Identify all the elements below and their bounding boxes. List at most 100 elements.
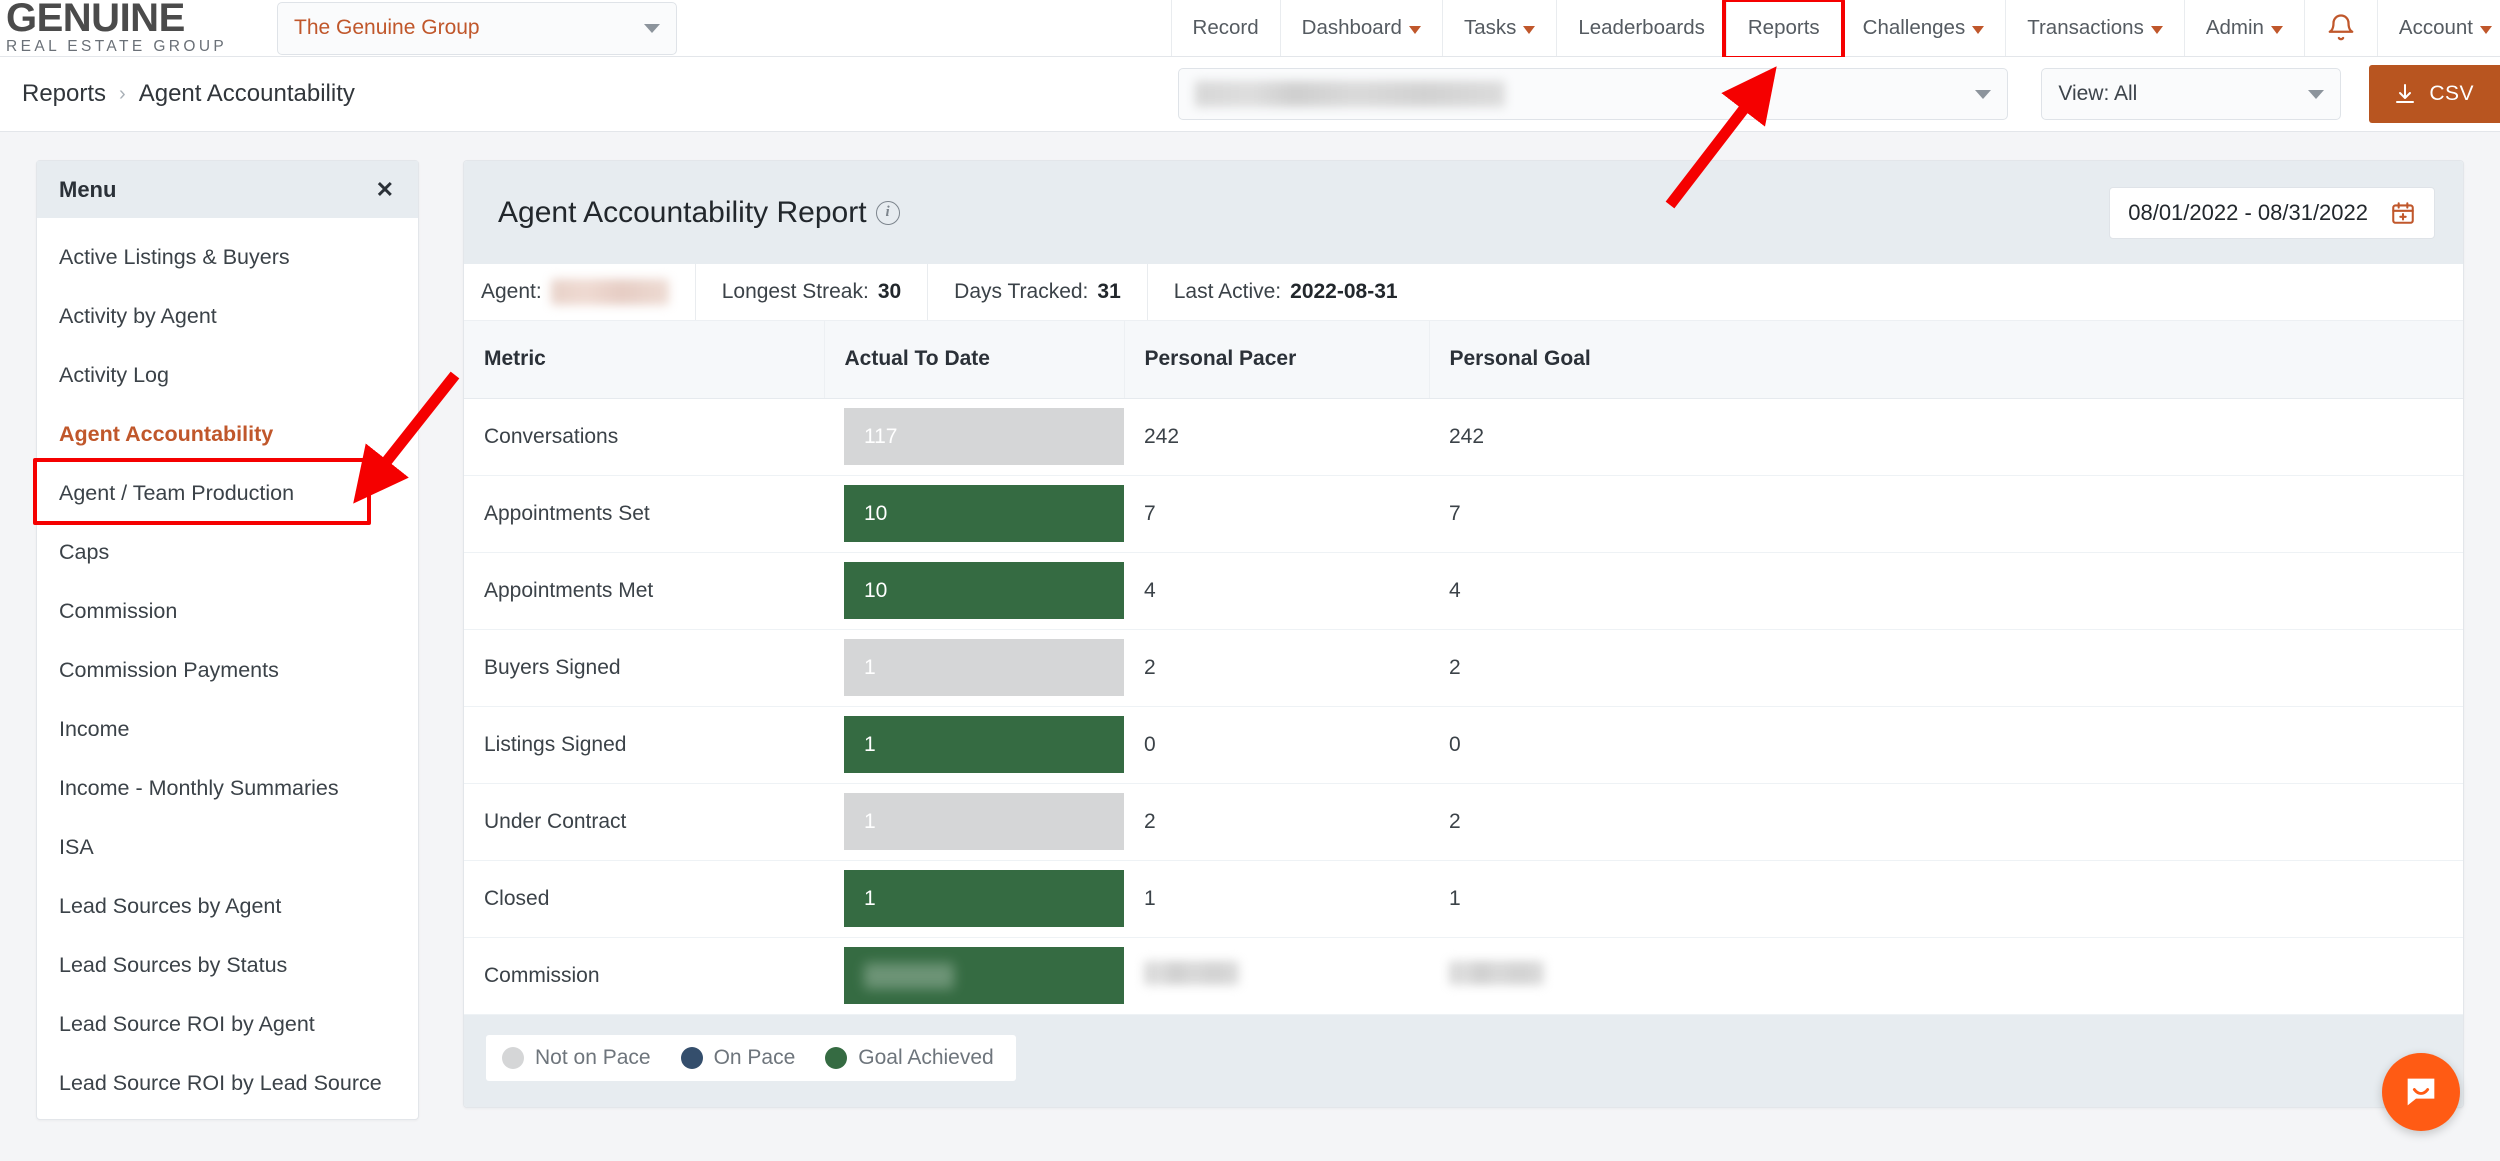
legend-color-dot [825,1047,847,1069]
cell-personal-pacer: 2 [1124,629,1429,706]
table-row: Commission [464,937,2463,1014]
sidebar-item-commission[interactable]: Commission [37,582,418,641]
nav-item-account[interactable]: Account [2377,0,2500,56]
breadcrumb-separator: › [119,83,126,106]
cell-personal-goal [1429,937,2463,1014]
column-header-personal-goal[interactable]: Personal Goal [1429,321,2463,398]
sidebar-item-activity-by-agent[interactable]: Activity by Agent [37,287,418,346]
sidebar-item-active-listings-buyers[interactable]: Active Listings & Buyers [37,228,418,287]
top-navigation-bar: GENUINE REAL ESTATE GROUP The Genuine Gr… [0,0,2500,57]
sidebar-item-isa[interactable]: ISA [37,818,418,877]
nav-item-reports[interactable]: Reports [1726,0,1841,56]
nav-item-label: Tasks [1464,16,1516,40]
export-csv-button[interactable]: CSV [2369,65,2500,123]
nav-item-transactions[interactable]: Transactions [2005,0,2184,56]
bell-icon [2326,12,2356,44]
notifications-button[interactable] [2304,0,2377,56]
stat-last-active: Last Active: 2022-08-31 [1148,264,1424,320]
cell-actual-to-date: 10 [824,475,1124,552]
caret-down-icon [2271,26,2283,34]
sidebar-item-lead-source-roi-by-lead-source[interactable]: Lead Source ROI by Lead Source [37,1054,418,1113]
sidebar-item-agent-team-production[interactable]: Agent / Team Production [37,464,418,523]
stat-days-tracked: Days Tracked:31 [928,264,1148,320]
cell-personal-goal: 7 [1429,475,2463,552]
chevron-down-icon [644,24,660,33]
sidebar-item-label: Income - Monthly Summaries [59,776,339,801]
nav-item-leaderboards[interactable]: Leaderboards [1556,0,1726,56]
column-header-metric[interactable]: Metric [464,321,824,398]
cell-metric: Under Contract [464,783,824,860]
nav-item-dashboard[interactable]: Dashboard [1280,0,1442,56]
legend-container: Not on PaceOn PaceGoal Achieved [464,1015,2463,1107]
sidebar-item-commission-payments[interactable]: Commission Payments [37,641,418,700]
cell-value: 1 [864,656,876,680]
view-selector[interactable]: View: All [2041,68,2341,120]
cell-metric: Conversations [464,398,824,475]
sidebar-menu-list: Active Listings & BuyersActivity by Agen… [37,218,418,1119]
organization-selector-value: The Genuine Group [294,16,480,40]
nav-item-label: Record [1193,16,1259,40]
calendar-icon [2390,200,2416,226]
agent-selector-value-redacted [1195,81,1505,107]
report-card: Agent Accountability Report i 08/01/2022… [463,160,2464,1108]
sidebar-item-agent-accountability[interactable]: Agent Accountability [37,405,418,464]
cell-personal-goal: 4 [1429,552,2463,629]
cell-value: 1 [864,887,876,911]
date-range-picker[interactable]: 08/01/2022 - 08/31/2022 [2109,187,2435,239]
sidebar-item-income-monthly-summaries[interactable]: Income - Monthly Summaries [37,759,418,818]
nav-item-challenges[interactable]: Challenges [1841,0,2006,56]
column-header-personal-pacer[interactable]: Personal Pacer [1124,321,1429,398]
nav-item-record[interactable]: Record [1171,0,1280,56]
column-header-actual-to-date[interactable]: Actual To Date [824,321,1124,398]
stat-agent: Agent: [464,264,696,320]
sidebar-item-lead-sources-by-agent[interactable]: Lead Sources by Agent [37,877,418,936]
organization-selector[interactable]: The Genuine Group [277,2,677,55]
agent-selector[interactable] [1178,68,2008,120]
caret-down-icon [1972,26,1984,34]
nav-item-label: Reports [1748,16,1820,40]
breadcrumb-toolbar: Reports › Agent Accountability View: All… [0,57,2500,132]
nav-item-label: Challenges [1863,16,1966,40]
cell-value-redacted [864,963,954,989]
stat-label: Days Tracked: [954,280,1088,304]
table-body: Conversations117242242Appointments Set10… [464,398,2463,1014]
sidebar-item-income[interactable]: Income [37,700,418,759]
close-icon[interactable]: ✕ [376,179,394,201]
status-bar-green: 10 [844,562,1124,619]
breadcrumb-parent[interactable]: Reports [22,80,106,108]
cell-value: 117 [864,425,897,449]
sidebar-item-caps[interactable]: Caps [37,523,418,582]
stat-longest-streak: Longest Streak:30 [696,264,928,320]
info-icon[interactable]: i [876,201,900,225]
cell-actual-to-date: 117 [824,398,1124,475]
status-bar-green: 1 [844,870,1124,927]
legend-color-dot [681,1047,703,1069]
nav-item-admin[interactable]: Admin [2184,0,2304,56]
caret-down-icon [2480,26,2492,34]
sidebar-item-activity-log[interactable]: Activity Log [37,346,418,405]
chat-widget-button[interactable] [2382,1053,2460,1131]
brand-logo: GENUINE REAL ESTATE GROUP [0,0,255,56]
stat-value: 2022-08-31 [1290,280,1397,304]
cell-actual-to-date: 1 [824,860,1124,937]
table-row: Appointments Set1077 [464,475,2463,552]
cell-personal-goal: 0 [1429,706,2463,783]
sidebar-item-label: Agent / Team Production [59,481,294,506]
cell-value: 1 [864,733,876,757]
report-header: Agent Accountability Report i 08/01/2022… [464,161,2463,264]
brand-name: GENUINE [6,0,255,37]
cell-actual-to-date [824,937,1124,1014]
report-title-group: Agent Accountability Report i [498,196,900,230]
chat-bubble-icon [2401,1072,2441,1112]
nav-item-tasks[interactable]: Tasks [1442,0,1556,56]
breadcrumb: Reports › Agent Accountability [0,80,355,108]
cell-value: 10 [864,579,887,603]
stat-label: Last Active: [1174,280,1281,304]
nav-item-label: Leaderboards [1578,16,1705,40]
sidebar-item-lead-source-roi-by-agent[interactable]: Lead Source ROI by Agent [37,995,418,1054]
status-bar-green: 10 [844,485,1124,542]
cell-actual-to-date: 1 [824,783,1124,860]
report-menu-sidebar: Menu ✕ Active Listings & BuyersActivity … [36,160,419,1120]
cell-metric: Closed [464,860,824,937]
sidebar-item-lead-sources-by-status[interactable]: Lead Sources by Status [37,936,418,995]
